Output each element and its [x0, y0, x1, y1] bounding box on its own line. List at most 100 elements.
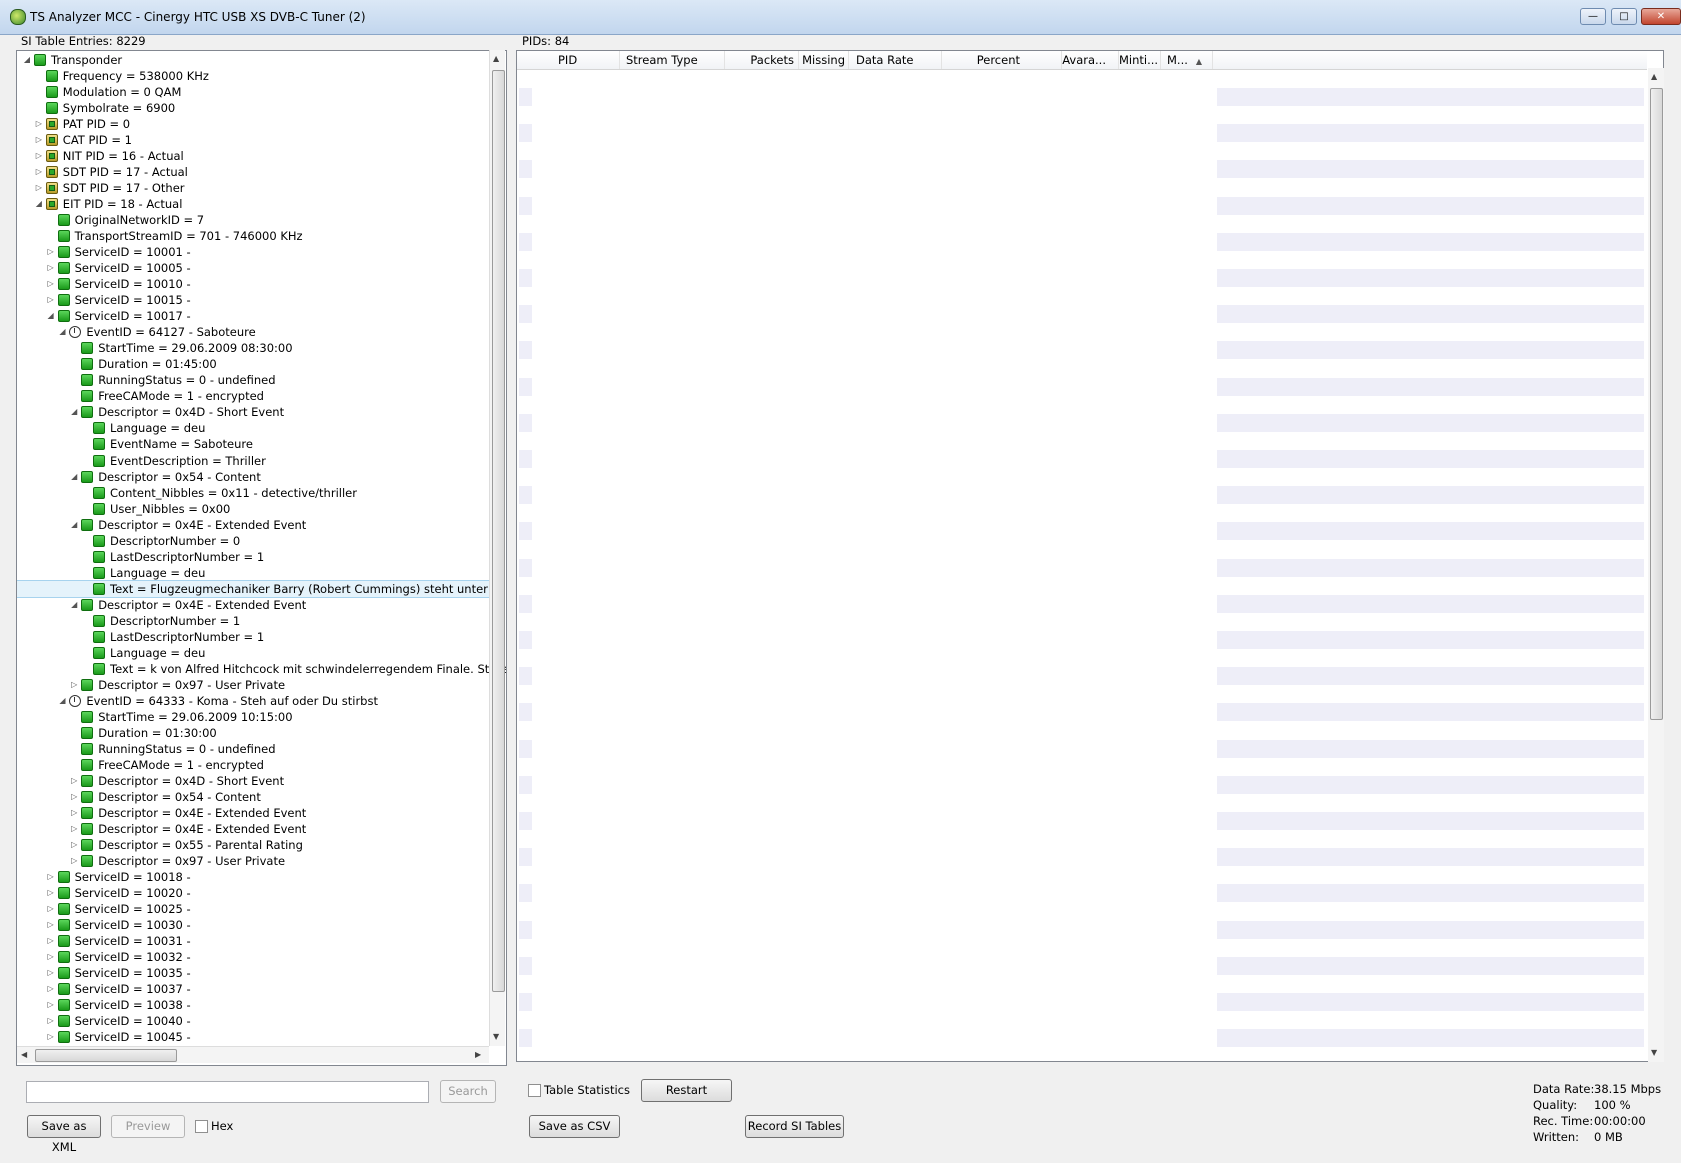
si-tree-view[interactable]: ◢ Transponder Frequency = 538000 KHz Modula… — [16, 50, 507, 1066]
column-data-rate[interactable]: Data Rate — [849, 51, 942, 69]
tree-row[interactable]: ◢ EIT PID = 18 - Actual — [17, 196, 489, 212]
expand-arrow-icon[interactable]: ▷ — [47, 264, 55, 272]
maximize-button[interactable]: □ — [1611, 8, 1637, 25]
expand-arrow-icon[interactable]: ▷ — [47, 937, 55, 945]
tree-row[interactable]: ▷ ServiceID = 10031 - — [17, 933, 489, 949]
expand-arrow-icon[interactable]: ▷ — [35, 152, 43, 160]
tree-row[interactable]: OriginalNetworkID = 7 — [17, 212, 489, 228]
expand-arrow-icon[interactable]: ▷ — [47, 873, 55, 881]
tree-row[interactable]: FreeCAMode = 1 - encrypted — [17, 757, 489, 773]
tree-row[interactable]: ▷ Descriptor = 0x4E - Extended Event — [17, 805, 489, 821]
column-max[interactable]: M... ▲ — [1161, 51, 1213, 69]
tree-row[interactable]: ▷ ServiceID = 10010 - — [17, 276, 489, 292]
tree-row[interactable]: TransportStreamID = 701 - 746000 KHz — [17, 228, 489, 244]
tree-row[interactable]: ▷ SDT PID = 17 - Other — [17, 180, 489, 196]
tree-hscroll-thumb[interactable] — [35, 1049, 177, 1062]
tree-row[interactable]: EventDescription = Thriller — [17, 453, 489, 469]
tree-row[interactable]: ◢ Transponder — [17, 52, 489, 68]
tree-row[interactable]: Modulation = 0 QAM — [17, 84, 489, 100]
save-as-xml-button[interactable]: Save as XML — [27, 1115, 101, 1154]
tree-row[interactable]: ◢ ServiceID = 10017 - — [17, 308, 489, 324]
expand-arrow-icon[interactable]: ▷ — [47, 1001, 55, 1009]
tree-row[interactable]: ◢ Descriptor = 0x4D - Short Event — [17, 404, 489, 420]
tree-row[interactable]: ▷ NIT PID = 16 - Actual — [17, 148, 489, 164]
tree-row[interactable]: EventName = Saboteure — [17, 436, 489, 452]
list-vertical-scrollbar[interactable]: ▲ ▼ — [1648, 68, 1664, 1062]
tree-row[interactable]: ◢ EventID = 64127 - Saboteure — [17, 324, 489, 340]
tree-row[interactable]: ▷ ServiceID = 10015 - — [17, 292, 489, 308]
restart-button[interactable]: Restart — [641, 1079, 732, 1102]
tree-row[interactable]: LastDescriptorNumber = 1 — [17, 629, 489, 645]
tree-row[interactable]: ▷ ServiceID = 10035 - — [17, 965, 489, 981]
tree-row[interactable]: Language = deu — [17, 565, 489, 581]
scroll-left-arrow-icon[interactable]: ◀ — [21, 1050, 27, 1059]
tree-row[interactable]: ▷ ServiceID = 10040 - — [17, 1013, 489, 1029]
tree-row[interactable]: Content_Nibbles = 0x11 - detective/thril… — [17, 485, 489, 501]
expand-arrow-icon[interactable]: ▷ — [35, 120, 43, 128]
tree-row[interactable]: ▷ ServiceID = 10045 - — [17, 1029, 489, 1045]
table-statistics-checkbox[interactable] — [528, 1084, 541, 1097]
tree-row[interactable]: ▷ ServiceID = 10030 - — [17, 917, 489, 933]
expand-arrow-icon[interactable]: ▷ — [35, 168, 43, 176]
tree-row[interactable]: LastDescriptorNumber = 1 — [17, 549, 489, 565]
scroll-down-arrow-icon[interactable]: ▼ — [493, 1032, 499, 1041]
tree-row[interactable]: ▷ PAT PID = 0 — [17, 116, 489, 132]
tree-row[interactable]: ▷ Descriptor = 0x4E - Extended Event — [17, 821, 489, 837]
collapse-arrow-icon[interactable]: ◢ — [58, 328, 66, 336]
expand-arrow-icon[interactable]: ▷ — [47, 969, 55, 977]
expand-arrow-icon[interactable]: ▷ — [47, 905, 55, 913]
tree-row[interactable]: Duration = 01:30:00 — [17, 725, 489, 741]
save-as-csv-button[interactable]: Save as CSV — [529, 1115, 620, 1138]
expand-arrow-icon[interactable]: ▷ — [35, 184, 43, 192]
preview-button[interactable]: Preview — [111, 1115, 185, 1138]
tree-row[interactable]: ▷ ServiceID = 10020 - — [17, 885, 489, 901]
tree-row[interactable]: RunningStatus = 0 - undefined — [17, 372, 489, 388]
tree-vertical-scrollbar[interactable]: ▲ ▼ — [489, 50, 505, 1046]
close-button[interactable]: ✕ — [1641, 8, 1681, 25]
tree-row[interactable]: ◢ Descriptor = 0x4E - Extended Event — [17, 597, 489, 613]
tree-row[interactable]: User_Nibbles = 0x00 — [17, 501, 489, 517]
collapse-arrow-icon[interactable]: ◢ — [58, 696, 66, 705]
tree-row[interactable]: ▷ Descriptor = 0x97 - User Private — [17, 677, 489, 693]
collapse-arrow-icon[interactable]: ◢ — [70, 408, 78, 416]
tree-row[interactable]: ▷ Descriptor = 0x4D - Short Event — [17, 773, 489, 789]
tree-row[interactable]: DescriptorNumber = 0 — [17, 533, 489, 549]
tree-row[interactable]: ◢ Descriptor = 0x54 - Content — [17, 469, 489, 485]
tree-scroll-thumb[interactable] — [492, 70, 505, 992]
collapse-arrow-icon[interactable]: ◢ — [23, 56, 31, 64]
tree-row[interactable]: DescriptorNumber = 1 — [17, 613, 489, 629]
list-scroll-up-arrow-icon[interactable]: ▲ — [1651, 72, 1657, 81]
tree-row[interactable]: ▷ ServiceID = 10018 - — [17, 869, 489, 885]
scroll-right-arrow-icon[interactable]: ▶ — [475, 1050, 481, 1059]
record-si-tables-button[interactable]: Record SI Tables — [745, 1115, 844, 1138]
expand-arrow-icon[interactable]: ▷ — [47, 280, 55, 288]
tree-row[interactable]: FreeCAMode = 1 - encrypted — [17, 388, 489, 404]
list-scroll-thumb[interactable] — [1650, 88, 1663, 720]
tree-row[interactable]: RunningStatus = 0 - undefined — [17, 741, 489, 757]
expand-arrow-icon[interactable]: ▷ — [70, 680, 78, 689]
collapse-arrow-icon[interactable]: ◢ — [35, 200, 43, 208]
tree-row[interactable]: ▷ ServiceID = 10005 - — [17, 260, 489, 276]
column-missing[interactable]: Missing — [799, 51, 849, 69]
list-scroll-down-arrow-icon[interactable]: ▼ — [1651, 1048, 1657, 1057]
tree-row[interactable]: ▷ Descriptor = 0x55 - Parental Rating — [17, 837, 489, 853]
tree-row[interactable]: Language = deu — [17, 645, 489, 661]
expand-arrow-icon[interactable]: ▷ — [47, 889, 55, 897]
tree-row[interactable]: Frequency = 538000 KHz — [17, 68, 489, 84]
tree-row[interactable]: ▷ CAT PID = 1 — [17, 132, 489, 148]
tree-row[interactable]: StartTime = 29.06.2009 08:30:00 — [17, 340, 489, 356]
expand-arrow-icon[interactable]: ▷ — [35, 136, 43, 144]
tree-row[interactable]: ▷ SDT PID = 17 - Actual — [17, 164, 489, 180]
expand-arrow-icon[interactable]: ▷ — [47, 921, 55, 929]
pid-list-view[interactable]: PID Stream Type Packets Missing Data Rat… — [516, 50, 1664, 1062]
column-pid[interactable]: PID — [517, 51, 620, 69]
column-percent[interactable]: Percent — [942, 51, 1062, 69]
tree-row[interactable]: ◢ Descriptor = 0x4E - Extended Event — [17, 517, 489, 533]
search-button[interactable]: Search — [440, 1080, 496, 1103]
scroll-up-arrow-icon[interactable]: ▲ — [493, 54, 499, 63]
expand-arrow-icon[interactable]: ▷ — [47, 1033, 55, 1041]
tree-row[interactable]: Text = k von Alfred Hitchcock mit schwin… — [17, 661, 506, 677]
expand-arrow-icon[interactable]: ▷ — [70, 776, 78, 785]
tree-row[interactable]: StartTime = 29.06.2009 10:15:00 — [17, 709, 489, 725]
collapse-arrow-icon[interactable]: ◢ — [70, 600, 78, 609]
